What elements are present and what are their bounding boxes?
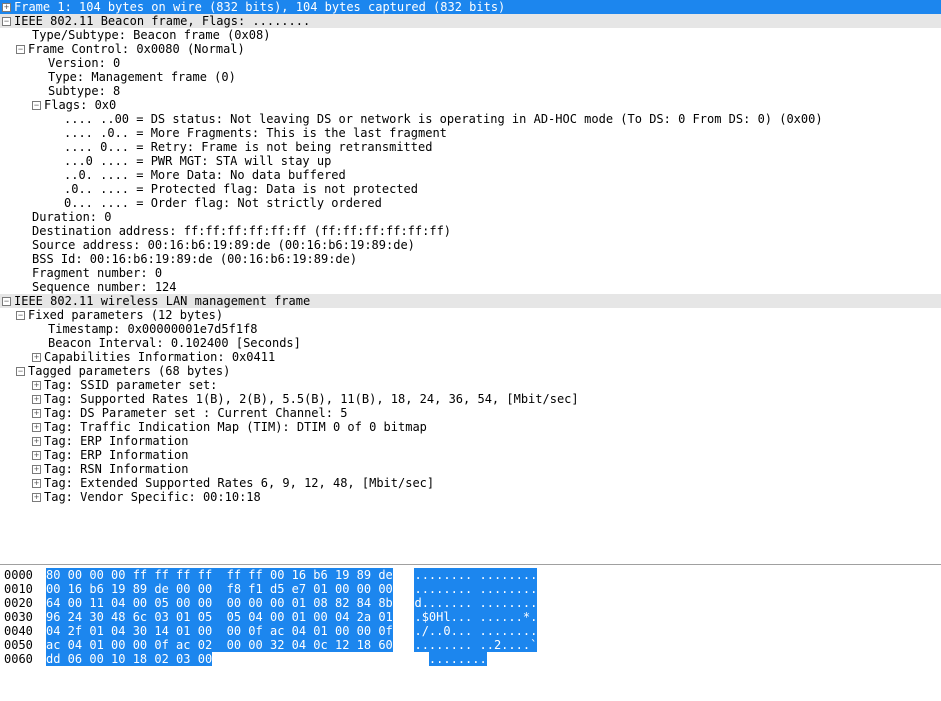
hex-ascii[interactable]: ........ ........: [414, 582, 537, 596]
expand-icon[interactable]: [32, 451, 41, 460]
timestamp[interactable]: Timestamp: 0x00000001e7d5f1f8: [0, 322, 941, 336]
tagged-parameters[interactable]: Tagged parameters (68 bytes): [0, 364, 941, 378]
hex-ascii[interactable]: .$0Hl... ......*.: [414, 610, 537, 624]
collapse-icon[interactable]: [2, 297, 11, 306]
expand-icon[interactable]: [32, 437, 41, 446]
expand-icon[interactable]: [2, 3, 11, 12]
source-address[interactable]: Source address: 00:16:b6:19:89:de (00:16…: [0, 238, 941, 252]
hex-offset: 0010: [4, 582, 46, 596]
hex-ascii[interactable]: ........: [429, 652, 487, 666]
hex-row: 004004 2f 01 04 30 14 01 00 00 0f ac 04 …: [4, 624, 937, 638]
expand-icon[interactable]: [32, 395, 41, 404]
hex-row: 0060dd 06 00 10 18 02 03 00 ........: [4, 652, 937, 666]
hex-bytes[interactable]: 80 00 00 00 ff ff ff ff ff ff 00 16 b6 1…: [46, 568, 393, 582]
mgmt-frame-header[interactable]: IEEE 802.11 wireless LAN management fram…: [0, 294, 941, 308]
hex-offset: 0030: [4, 610, 46, 624]
expand-icon[interactable]: [32, 479, 41, 488]
fragment-number[interactable]: Fragment number: 0: [0, 266, 941, 280]
hex-ascii[interactable]: ........ ........: [414, 568, 537, 582]
tag-vendor-specific[interactable]: Tag: Vendor Specific: 00:10:18: [0, 490, 941, 504]
hex-ascii[interactable]: ./..0... ........: [414, 624, 537, 638]
hex-row: 000080 00 00 00 ff ff ff ff ff ff 00 16 …: [4, 568, 937, 582]
hex-row: 0050ac 04 01 00 00 0f ac 02 00 00 32 04 …: [4, 638, 937, 652]
frame-version[interactable]: Version: 0: [0, 56, 941, 70]
flag-protected[interactable]: .0.. .... = Protected flag: Data is not …: [0, 182, 941, 196]
bss-id[interactable]: BSS Id: 00:16:b6:19:89:de (00:16:b6:19:8…: [0, 252, 941, 266]
hex-offset: 0000: [4, 568, 46, 582]
frame-type[interactable]: Type: Management frame (0): [0, 70, 941, 84]
destination-address[interactable]: Destination address: ff:ff:ff:ff:ff:ff (…: [0, 224, 941, 238]
frame-summary-text: Frame 1: 104 bytes on wire (832 bits), 1…: [14, 0, 505, 14]
flag-ds-status[interactable]: .... ..00 = DS status: Not leaving DS or…: [0, 112, 941, 126]
tag-extended-rates[interactable]: Tag: Extended Supported Rates 6, 9, 12, …: [0, 476, 941, 490]
expand-icon[interactable]: [32, 409, 41, 418]
hex-bytes[interactable]: 00 16 b6 19 89 de 00 00 f8 f1 d5 e7 01 0…: [46, 582, 393, 596]
tag-ds-parameter[interactable]: Tag: DS Parameter set : Current Channel:…: [0, 406, 941, 420]
hex-ascii[interactable]: d....... ........: [414, 596, 537, 610]
hex-row: 002064 00 11 04 00 05 00 00 00 00 00 01 …: [4, 596, 937, 610]
flag-more-data[interactable]: ..0. .... = More Data: No data buffered: [0, 168, 941, 182]
duration[interactable]: Duration: 0: [0, 210, 941, 224]
hex-bytes[interactable]: dd 06 00 10 18 02 03 00: [46, 652, 212, 666]
capabilities-info[interactable]: Capabilities Information: 0x0411: [0, 350, 941, 364]
packet-details-pane[interactable]: Frame 1: 104 bytes on wire (832 bits), 1…: [0, 0, 941, 565]
tag-tim[interactable]: Tag: Traffic Indication Map (TIM): DTIM …: [0, 420, 941, 434]
tag-rsn-info[interactable]: Tag: RSN Information: [0, 462, 941, 476]
tag-erp-info-1[interactable]: Tag: ERP Information: [0, 434, 941, 448]
hex-bytes[interactable]: ac 04 01 00 00 0f ac 02 00 00 32 04 0c 1…: [46, 638, 393, 652]
expand-icon[interactable]: [32, 381, 41, 390]
hex-offset: 0060: [4, 652, 46, 666]
hex-offset: 0040: [4, 624, 46, 638]
collapse-icon[interactable]: [32, 101, 41, 110]
fixed-parameters[interactable]: Fixed parameters (12 bytes): [0, 308, 941, 322]
expand-icon[interactable]: [32, 423, 41, 432]
hex-row: 001000 16 b6 19 89 de 00 00 f8 f1 d5 e7 …: [4, 582, 937, 596]
flags-header[interactable]: Flags: 0x0: [0, 98, 941, 112]
collapse-icon[interactable]: [2, 17, 11, 26]
frame-summary[interactable]: Frame 1: 104 bytes on wire (832 bits), 1…: [0, 0, 941, 14]
type-subtype[interactable]: Type/Subtype: Beacon frame (0x08): [0, 28, 941, 42]
hex-bytes[interactable]: 96 24 30 48 6c 03 01 05 05 04 00 01 00 0…: [46, 610, 393, 624]
collapse-icon[interactable]: [16, 367, 25, 376]
beacon-interval[interactable]: Beacon Interval: 0.102400 [Seconds]: [0, 336, 941, 350]
frame-control[interactable]: Frame Control: 0x0080 (Normal): [0, 42, 941, 56]
hex-dump-pane[interactable]: 000080 00 00 00 ff ff ff ff ff ff 00 16 …: [0, 565, 941, 699]
flag-order[interactable]: 0... .... = Order flag: Not strictly ord…: [0, 196, 941, 210]
hex-offset: 0050: [4, 638, 46, 652]
tag-supported-rates[interactable]: Tag: Supported Rates 1(B), 2(B), 5.5(B),…: [0, 392, 941, 406]
hex-bytes[interactable]: 64 00 11 04 00 05 00 00 00 00 00 01 08 8…: [46, 596, 393, 610]
expand-icon[interactable]: [32, 465, 41, 474]
expand-icon[interactable]: [32, 493, 41, 502]
hex-ascii[interactable]: ........ ..2....`: [414, 638, 537, 652]
hex-row: 003096 24 30 48 6c 03 01 05 05 04 00 01 …: [4, 610, 937, 624]
hex-offset: 0020: [4, 596, 46, 610]
flag-more-fragments[interactable]: .... .0.. = More Fragments: This is the …: [0, 126, 941, 140]
frame-subtype[interactable]: Subtype: 8: [0, 84, 941, 98]
beacon-frame-header[interactable]: IEEE 802.11 Beacon frame, Flags: .......…: [0, 14, 941, 28]
expand-icon[interactable]: [32, 353, 41, 362]
collapse-icon[interactable]: [16, 45, 25, 54]
flag-pwr-mgt[interactable]: ...0 .... = PWR MGT: STA will stay up: [0, 154, 941, 168]
sequence-number[interactable]: Sequence number: 124: [0, 280, 941, 294]
tag-ssid[interactable]: Tag: SSID parameter set:: [0, 378, 941, 392]
flag-retry[interactable]: .... 0... = Retry: Frame is not being re…: [0, 140, 941, 154]
tag-erp-info-2[interactable]: Tag: ERP Information: [0, 448, 941, 462]
collapse-icon[interactable]: [16, 311, 25, 320]
beacon-frame-title: IEEE 802.11 Beacon frame, Flags: .......…: [14, 14, 310, 28]
hex-bytes[interactable]: 04 2f 01 04 30 14 01 00 00 0f ac 04 01 0…: [46, 624, 393, 638]
